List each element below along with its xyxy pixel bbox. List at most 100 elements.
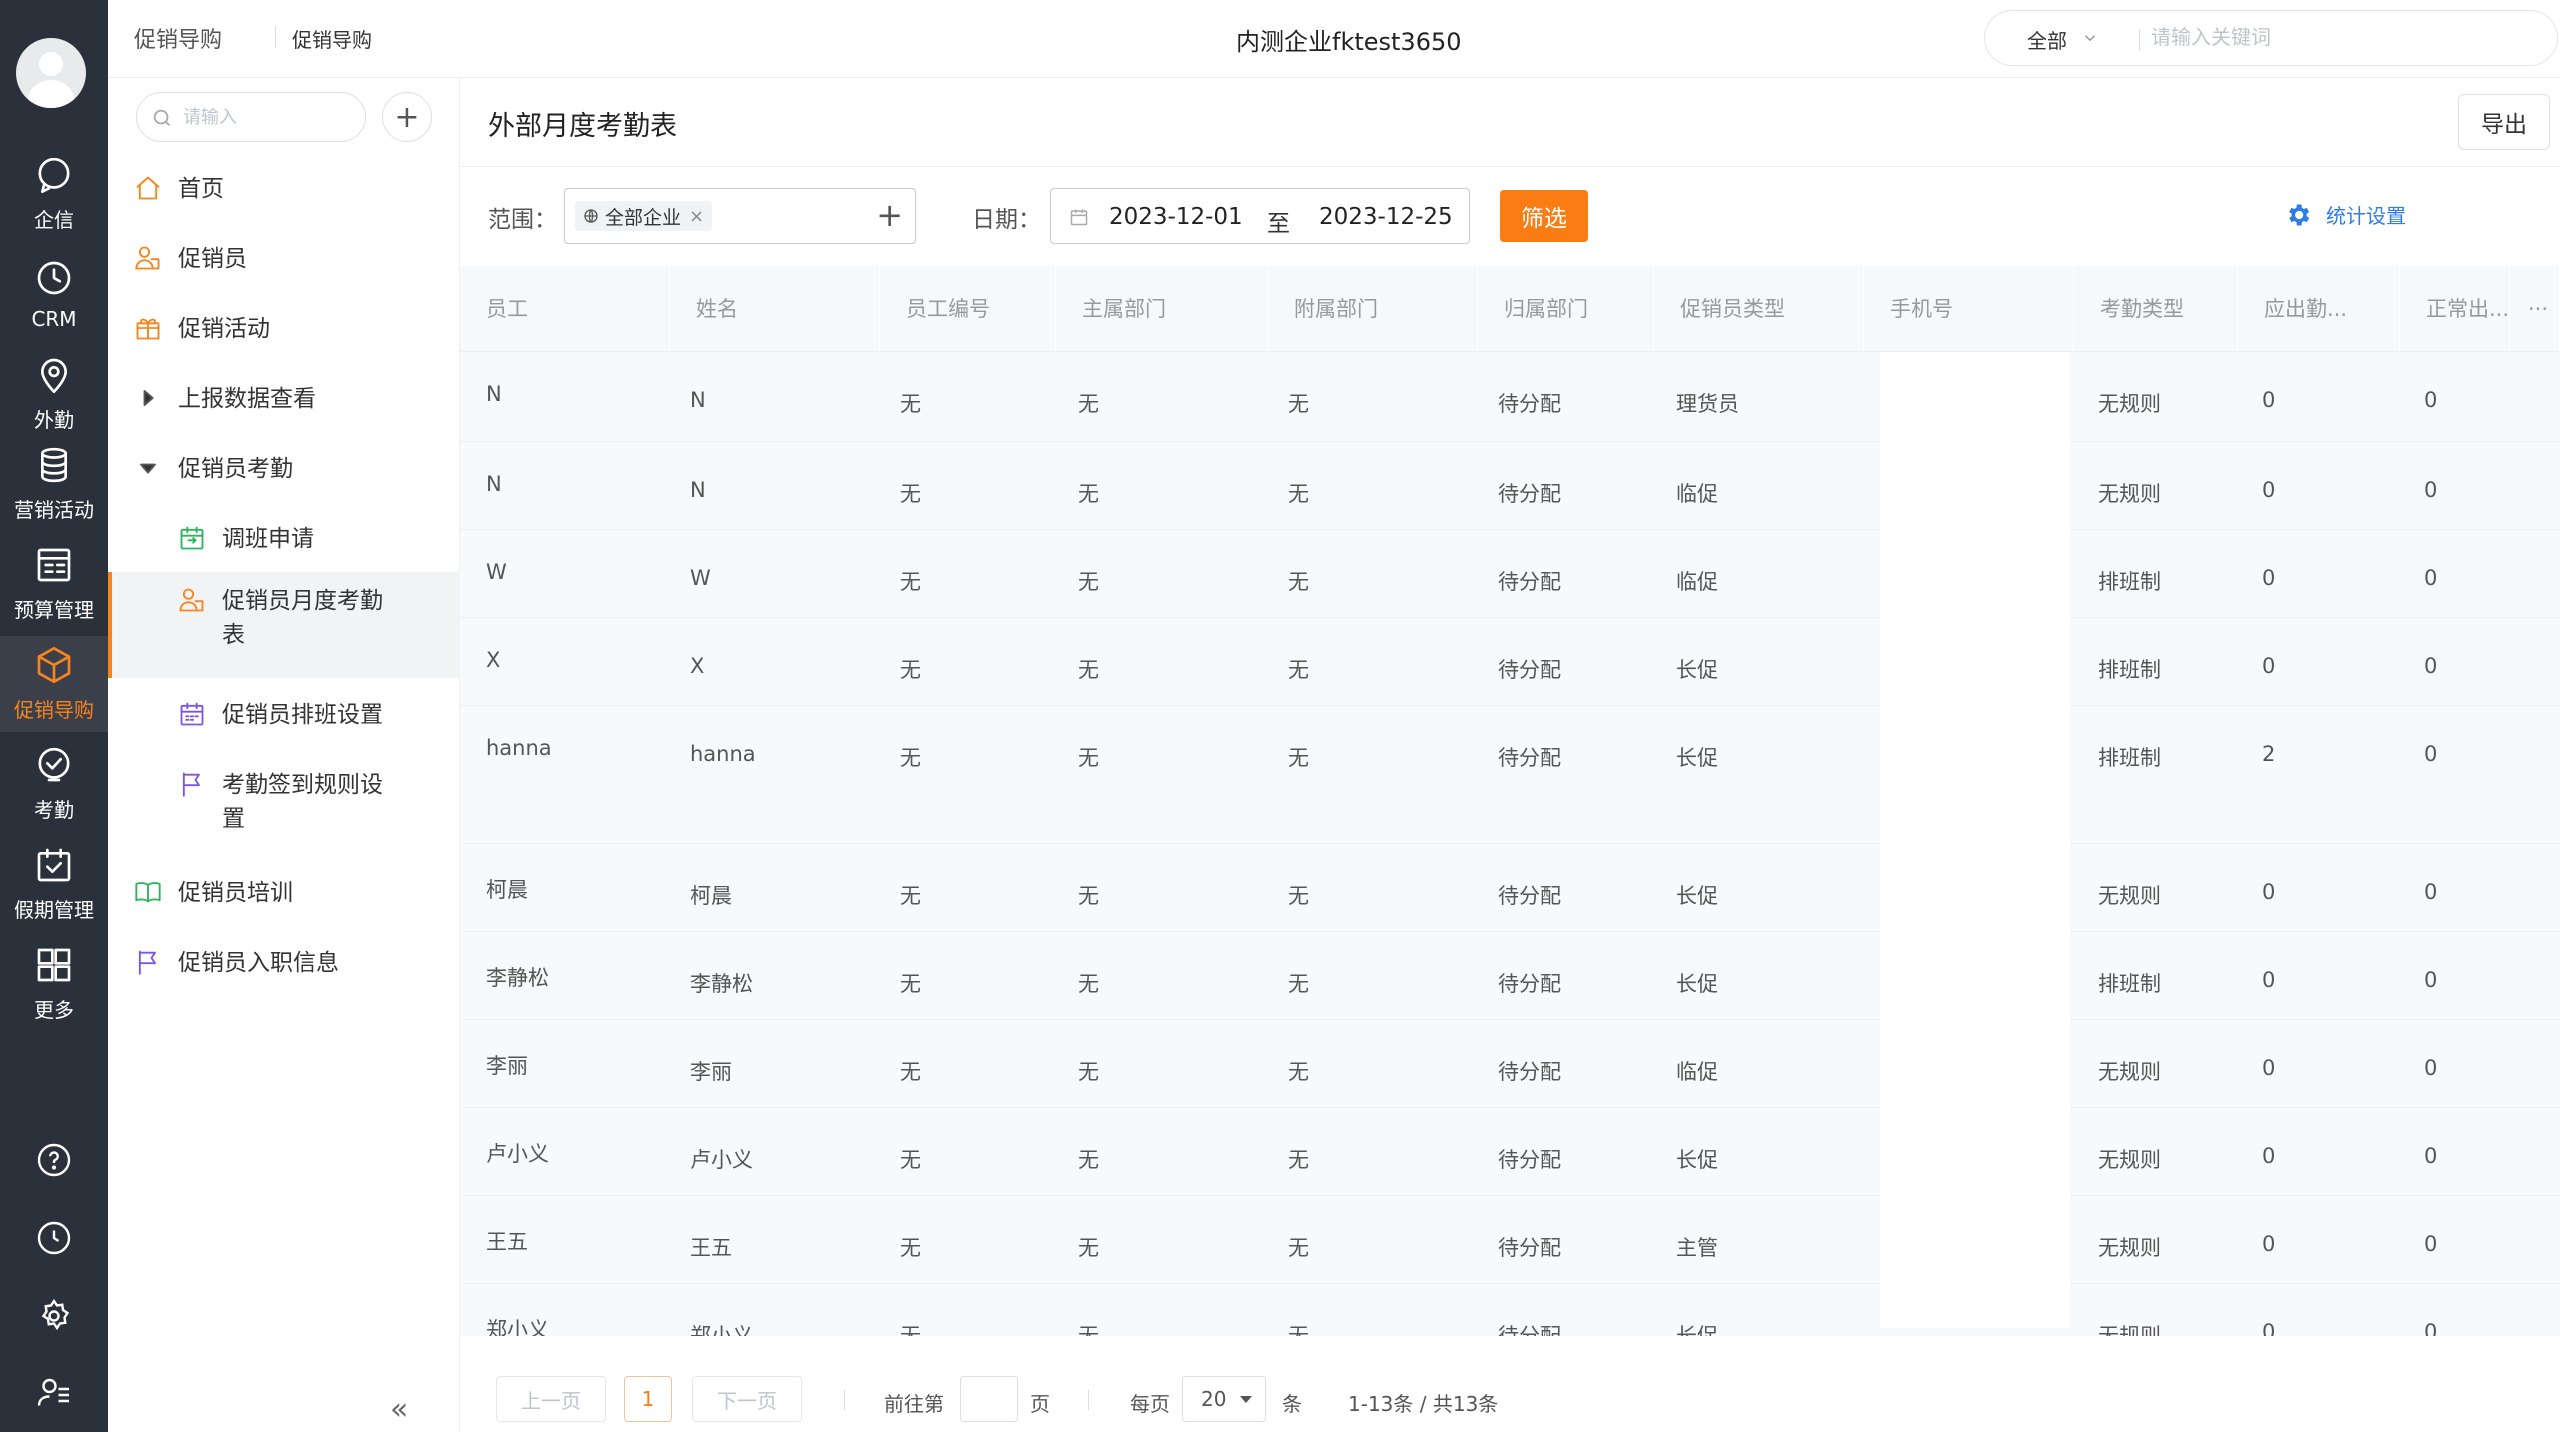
export-button[interactable]: 导出 [2458,94,2550,150]
table-row[interactable]: N N 无 无 无 待分配 临促 无规则 0 0 [460,442,2560,530]
rail-item-4[interactable]: 预算管理 [0,536,108,632]
more-columns-icon[interactable]: ··· [2520,266,2560,352]
search-scope-select[interactable]: 全部 [2027,25,2067,54]
sidebar-item-5[interactable]: 调班申请 [108,512,460,566]
sidebar-item-7[interactable]: 促销员排班设置 [108,688,460,742]
cell-normal: 0 [2424,1056,2438,1080]
rail-item-0[interactable]: 企信 [0,146,108,242]
calendar-icon [1070,209,1088,226]
sidebar-item-label: 调班申请 [222,526,314,552]
sidebar-item-10[interactable]: 促销员入职信息 [108,936,460,990]
cell-type: 长促 [1676,1324,1718,1336]
page-size-select[interactable]: 20 [1182,1376,1266,1422]
rail-item-label: 外勤 [34,408,74,432]
filter-button[interactable]: 筛选 [1500,190,1588,242]
sidebar-item-4[interactable]: 促销员考勤 [108,442,460,496]
help-icon[interactable] [0,1130,108,1190]
column-header[interactable]: 归属部门 [1478,266,1654,352]
rail-item-6[interactable]: 考勤 [0,736,108,832]
column-header[interactable]: 姓名 [670,266,880,352]
sidebar-item-2[interactable]: 促销活动 [108,302,460,356]
cell-no: 无 [900,1324,921,1336]
date-label: 日期： [972,207,1041,233]
table-row[interactable]: hanna hanna 无 无 无 待分配 长促 排班制 2 0 [460,706,2560,844]
stat-settings-link[interactable]: 统计设置 [2284,200,2406,229]
flag-icon [134,948,164,978]
page-number-button[interactable]: 1 [624,1376,672,1422]
sidebar-item-label: 促销员 [178,246,247,272]
cell-type: 理货员 [1676,392,1739,416]
table-row[interactable]: X X 无 无 无 待分配 长促 排班制 0 0 [460,618,2560,706]
add-range-button[interactable]: + [876,199,903,231]
table-row[interactable]: 卢小义 卢小义 无 无 无 待分配 长促 无规则 0 0 [460,1108,2560,1196]
cell-due: 0 [2262,388,2276,412]
goto-page-input[interactable] [960,1376,1018,1422]
column-header[interactable]: 考勤类型 [2074,266,2238,352]
date-range-picker[interactable]: 2023-12-01 至 2023-12-25 [1050,188,1470,244]
global-search-input[interactable] [2151,21,2531,55]
cell-no: 无 [900,1236,921,1260]
cell-no: 无 [900,1148,921,1172]
cell-employee: hanna [486,736,552,760]
column-header[interactable]: 正常出... [2400,266,2510,352]
sidebar-item-6[interactable]: 促销员月度考勤表 [108,572,460,678]
sidebar-item-8[interactable]: 考勤签到规则设置 [108,758,460,854]
cell-main-dept: 无 [1078,392,1099,416]
table-row[interactable]: 李静松 李静松 无 无 无 待分配 长促 排班制 0 0 [460,932,2560,1020]
column-header[interactable]: 手机号 [1864,266,2074,352]
sidebar-item-0[interactable]: 首页 [108,162,460,216]
rail-item-8[interactable]: 更多 [0,936,108,1032]
collapse-sidebar-button[interactable]: « [390,1392,408,1427]
rail-item-label: 促销导购 [14,698,94,722]
table-row[interactable]: 王五 王五 无 无 无 待分配 主管 无规则 0 0 [460,1196,2560,1284]
cell-att-type: 排班制 [2098,570,2161,594]
column-header[interactable]: 员工 [460,266,670,352]
sidebar-item-label: 首页 [178,176,224,202]
calendar-grid-icon [178,700,208,730]
sidebar-search-input[interactable] [183,103,353,131]
table-row[interactable]: 李丽 李丽 无 无 无 待分配 临促 无规则 0 0 [460,1020,2560,1108]
breadcrumb-primary[interactable]: 促销导购 [134,22,222,54]
avatar[interactable] [16,38,86,108]
rail-item-7[interactable]: 假期管理 [0,836,108,932]
rail-item-1[interactable]: CRM [0,246,108,342]
cell-no: 无 [900,570,921,594]
table-row[interactable]: N N 无 无 无 待分配 理货员 无规则 0 0 [460,352,2560,442]
next-page-button[interactable]: 下一页 [692,1376,802,1422]
breadcrumb-secondary[interactable]: 促销导购 [292,24,372,53]
cell-name: X [690,654,705,678]
column-header[interactable]: 主属部门 [1056,266,1268,352]
column-header[interactable]: 促销员类型 [1654,266,1864,352]
prev-page-button[interactable]: 上一页 [496,1376,606,1422]
rail-item-3[interactable]: 营销活动 [0,436,108,532]
close-icon[interactable]: × [689,206,704,227]
table-row[interactable]: 柯晨 柯晨 无 无 无 待分配 长促 无规则 0 0 [460,844,2560,932]
cell-no: 无 [900,884,921,908]
cell-type: 主管 [1676,1236,1718,1260]
history-icon[interactable] [0,1208,108,1268]
user-list-icon[interactable] [0,1362,108,1422]
settings-icon[interactable] [0,1286,108,1346]
database-icon [34,445,74,494]
cell-due: 0 [2262,1232,2276,1256]
add-button[interactable]: + [382,92,432,142]
date-from[interactable]: 2023-12-01 [1109,204,1243,230]
table-row[interactable]: 郑小义 郑小义 无 无 无 待分配 长促 无规则 0 0 [460,1284,2560,1336]
date-to[interactable]: 2023-12-25 [1319,204,1453,230]
rail-item-5[interactable]: 促销导购 [0,636,108,732]
column-header[interactable]: 附属部门 [1268,266,1478,352]
table-row[interactable]: W W 无 无 无 待分配 临促 排班制 0 0 [460,530,2560,618]
sidebar-item-3[interactable]: 上报数据查看 [108,372,460,426]
rail-item-2[interactable]: 外勤 [0,346,108,442]
cell-employee: W [486,560,507,584]
sidebar-item-1[interactable]: 促销员 [108,232,460,286]
cell-normal: 0 [2424,566,2438,590]
column-header[interactable]: 员工编号 [880,266,1056,352]
column-header[interactable]: 应出勤... [2238,266,2400,352]
sidebar-item-9[interactable]: 促销员培训 [108,866,460,920]
check-circle-icon [34,745,74,794]
breadcrumb-divider [275,26,276,48]
range-select[interactable]: 全部企业 × + [564,188,916,244]
range-tag: 全部企业 × [575,201,713,231]
cell-normal: 0 [2424,880,2438,904]
